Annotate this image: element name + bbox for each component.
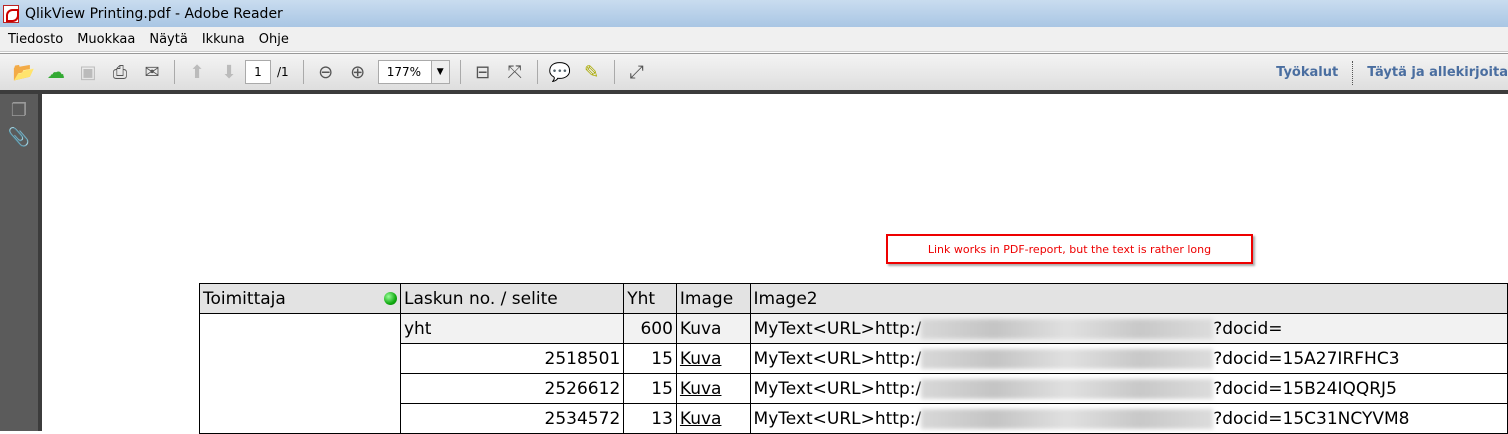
full-screen-icon[interactable]: ⤢ — [624, 59, 650, 85]
fit-page-icon[interactable]: ⤧ — [502, 59, 528, 85]
title-bar: QlikView Printing.pdf - Adobe Reader — [0, 0, 1508, 27]
image2-cell: MyText<URL>http:/?docid= — [749, 313, 1508, 344]
image-link[interactable]: Kuva — [675, 403, 751, 434]
menu-view[interactable]: Näytä — [141, 32, 193, 47]
email-icon[interactable]: ✉ — [139, 59, 165, 85]
separator — [613, 60, 615, 84]
highlight-text-icon[interactable]: ✎ — [579, 59, 605, 85]
pages-icon[interactable]: ❐ — [0, 100, 38, 121]
navigation-pane: ❐ 📎 — [0, 94, 42, 431]
page-total: /1 — [277, 65, 289, 79]
invoice-cell: 2534572 — [399, 403, 625, 434]
blurred-url — [921, 378, 1214, 399]
menu-window[interactable]: Ikkuna — [194, 32, 251, 47]
total-cell: 15 — [623, 373, 677, 404]
table-row: yht 600 Kuva MyText<URL>http:/?docid= — [199, 313, 1508, 434]
separator — [459, 60, 461, 84]
invoice-cell: 2526612 — [399, 373, 625, 404]
print-icon[interactable]: ⎙ — [107, 59, 133, 85]
report-table: Toimittaja Laskun no. / selite Yht Image… — [199, 283, 1508, 434]
header-total: Yht — [623, 283, 677, 314]
separator — [174, 60, 175, 84]
menu-file[interactable]: Tiedosto — [0, 32, 69, 47]
total-cell: 600 — [623, 313, 677, 344]
image2-cell[interactable]: MyText<URL>http:/?docid=15A27IRFHC3 — [749, 343, 1508, 374]
zoom-value: 177% — [386, 65, 421, 79]
menu-help[interactable]: Ohje — [251, 32, 295, 47]
separator — [1352, 60, 1354, 85]
image2-cell[interactable]: MyText<URL>http:/?docid=15B24IQQRJ5 — [749, 373, 1508, 404]
invoice-cell: yht — [399, 313, 625, 344]
image-link[interactable]: Kuva — [675, 343, 751, 374]
header-supplier: Toimittaja — [199, 283, 401, 314]
menu-bar: Tiedosto Muokkaa Näytä Ikkuna Ohje — [0, 27, 1508, 52]
image-cell: Kuva — [675, 313, 751, 344]
fill-sign-button[interactable]: Täytä ja allekirjoita — [1367, 65, 1508, 80]
status-indicator-icon — [383, 291, 397, 305]
chevron-down-icon[interactable]: ▼ — [430, 61, 449, 83]
total-cell: 15 — [623, 343, 677, 374]
header-image: Image — [675, 283, 751, 314]
zoom-in-icon[interactable]: ⊕ — [345, 59, 371, 85]
comment-icon[interactable]: 💬 — [547, 59, 573, 85]
total-cell: 13 — [623, 403, 677, 434]
tools-button[interactable]: Työkalut — [1276, 65, 1338, 80]
separator — [536, 60, 538, 84]
supplier-cell — [199, 313, 401, 434]
blurred-url — [921, 318, 1214, 339]
separator — [302, 60, 304, 84]
attachments-icon[interactable]: 📎 — [0, 127, 38, 148]
window-title: QlikView Printing.pdf - Adobe Reader — [25, 5, 283, 22]
open-folder-icon[interactable]: 📂 — [11, 59, 37, 85]
table-header: Toimittaja Laskun no. / selite Yht Image… — [199, 283, 1508, 314]
toolbar: 📂 ☁ ▣ ⎙ ✉ ⬆ ⬇ 1 /1 ⊖ ⊕ 177% ▼ ⊟ ⤧ 💬 ✎ ⤢ T… — [0, 53, 1508, 90]
next-page-icon[interactable]: ⬇ — [216, 59, 242, 85]
zoom-select[interactable]: 177% ▼ — [377, 60, 450, 84]
blurred-url — [921, 348, 1214, 369]
invoice-cell: 2518501 — [399, 343, 625, 374]
fit-width-icon[interactable]: ⊟ — [470, 59, 496, 85]
pdf-app-icon — [3, 4, 19, 23]
header-invoice: Laskun no. / selite — [399, 283, 625, 314]
image-link[interactable]: Kuva — [675, 373, 751, 404]
page-number-input[interactable]: 1 — [245, 60, 271, 84]
header-image2: Image2 — [749, 283, 1508, 314]
zoom-out-icon[interactable]: ⊖ — [313, 59, 339, 85]
blurred-url — [921, 408, 1214, 429]
cloud-upload-icon[interactable]: ☁ — [43, 59, 69, 85]
annotation-note: Link works in PDF-report, but the text i… — [886, 234, 1253, 264]
previous-page-icon[interactable]: ⬆ — [184, 59, 210, 85]
menu-edit[interactable]: Muokkaa — [69, 32, 141, 47]
image2-cell[interactable]: MyText<URL>http:/?docid=15C31NCYVM8 — [749, 403, 1508, 434]
save-icon[interactable]: ▣ — [75, 59, 101, 85]
